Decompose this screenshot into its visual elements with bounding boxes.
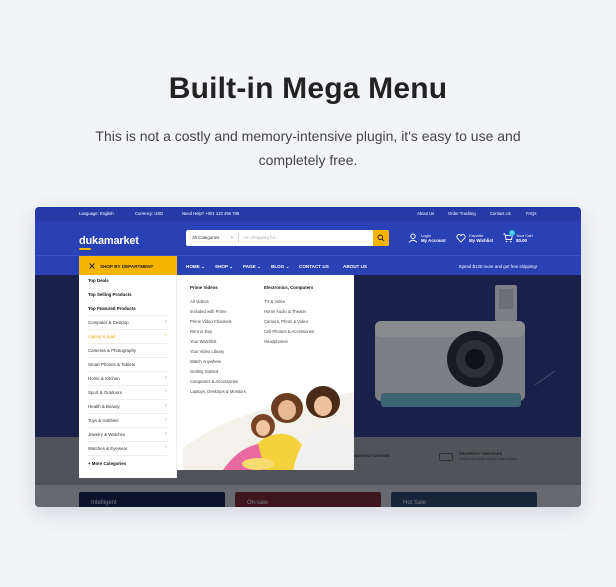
- dept-jewelry-watches[interactable]: Jewelry & Watches: [88, 432, 125, 437]
- dept-home-kitchen[interactable]: Home & Kitchen: [88, 376, 120, 381]
- cart-total: $0.00: [516, 238, 527, 243]
- dept-divider: [88, 399, 168, 400]
- topbar-link-about[interactable]: About Us: [417, 211, 434, 216]
- chevron-right-icon: ›: [165, 403, 167, 409]
- mega-link[interactable]: All Videos: [190, 299, 209, 304]
- shop-by-department-button[interactable]: SHOP BY DEPARTMENT: [79, 256, 177, 276]
- nav-shop-label: SHOP: [215, 264, 228, 269]
- family-photo: [183, 386, 354, 470]
- cart-link[interactable]: 0 Your Cart $0.00: [503, 230, 533, 243]
- nav-shop[interactable]: SHOP ⌄: [215, 264, 233, 270]
- cart-count-badge: 0: [509, 230, 515, 236]
- page-title: Built-in Mega Menu: [168, 72, 448, 105]
- dept-divider: [88, 315, 168, 316]
- search-icon: [377, 234, 385, 242]
- mega-link[interactable]: Your Watchlist: [190, 339, 216, 344]
- chevron-right-icon: ›: [165, 445, 167, 451]
- topbar-link-contact[interactable]: Contact Us: [490, 211, 511, 216]
- dept-divider: [88, 385, 168, 386]
- chevron-right-icon: ›: [165, 375, 167, 381]
- nav-home[interactable]: HOME ⌄: [186, 264, 205, 270]
- dept-divider: [88, 357, 168, 358]
- mega-link[interactable]: TV & Video: [264, 299, 285, 304]
- logo-underline: [79, 248, 91, 250]
- chevron-right-icon: ›: [165, 319, 167, 325]
- wishlist-link[interactable]: Favorite My Wishlist: [456, 233, 494, 243]
- nav-blog-label: BLOG: [271, 264, 285, 269]
- dept-divider: [88, 441, 168, 442]
- dept-divider: [88, 427, 168, 428]
- mega-link[interactable]: Camera, Photo & Video: [264, 319, 308, 324]
- store-screenshot: Language: English Currency: USD Need Hel…: [35, 207, 581, 507]
- chevron-down-icon: ⌄: [285, 264, 290, 269]
- mega-link[interactable]: Getting Started: [190, 369, 218, 374]
- dept-toys-hobbies[interactable]: Toys & Hobbies: [88, 418, 119, 423]
- chevron-down-icon: ⌄: [230, 234, 235, 240]
- search-button[interactable]: [373, 230, 389, 246]
- user-icon: [408, 233, 418, 243]
- close-icon: [89, 263, 95, 269]
- mega-link[interactable]: Cell Phones & Accessories: [264, 329, 314, 334]
- more-categories-link[interactable]: + More Categories: [88, 461, 126, 466]
- dept-top-deals[interactable]: Top Deals: [88, 278, 109, 283]
- chevron-right-icon: ›: [165, 417, 167, 423]
- dept-divider: [88, 413, 168, 414]
- nav-page[interactable]: PAGE ⌄: [243, 264, 261, 270]
- dept-divider: [88, 329, 168, 330]
- chevron-down-icon: ⌄: [229, 264, 234, 269]
- mega-link[interactable]: Home Audio & Theater: [264, 309, 306, 314]
- logo[interactable]: dukamarket: [79, 235, 139, 247]
- nav-contact[interactable]: CONTACT US: [299, 264, 329, 269]
- main-nav: SHOP BY DEPARTMENT HOME ⌄ SHOP ⌄ PAGE ⌄ …: [35, 255, 581, 276]
- department-label: SHOP BY DEPARTMENT: [100, 264, 154, 269]
- top-bar: Language: English Currency: USD Need Hel…: [35, 207, 581, 221]
- dept-health-beauty[interactable]: Health & Beauty: [88, 404, 120, 409]
- dept-sport-outdoors[interactable]: Sport & Outdoors: [88, 390, 122, 395]
- search-divider: [238, 233, 239, 243]
- currency-selector[interactable]: Currency: USD: [135, 211, 163, 216]
- language-selector[interactable]: Language: English: [79, 211, 114, 216]
- search-input[interactable]: I'm shopping for...: [244, 235, 279, 240]
- dept-watches-eyewear[interactable]: Watches & Eyewear: [88, 446, 127, 451]
- dept-cameras[interactable]: Cameras & Photography: [88, 348, 136, 353]
- mega-col1-title: Prime Videos: [190, 285, 218, 290]
- dept-divider: [88, 455, 168, 456]
- mega-link[interactable]: Headphones: [264, 339, 288, 344]
- mega-menu-panel: Prime Videos All Videos Included with Pr…: [177, 275, 354, 470]
- mega-link[interactable]: Watch Anywhere: [190, 359, 221, 364]
- nav-blog[interactable]: BLOG ⌄: [271, 264, 289, 270]
- dept-top-selling[interactable]: Top Selling Products: [88, 292, 132, 297]
- chevron-down-icon: ⌄: [201, 264, 205, 269]
- page-subtitle: This is not a costly and memory-intensiv…: [95, 128, 521, 168]
- dept-top-featured[interactable]: Top Featured Products: [88, 306, 136, 311]
- nav-page-label: PAGE: [243, 264, 256, 269]
- chevron-right-icon: ›: [165, 333, 167, 339]
- mega-link[interactable]: Your Video Library: [190, 349, 224, 354]
- account-link[interactable]: Login My Account: [408, 233, 446, 243]
- heart-icon: [456, 234, 466, 243]
- topbar-link-order-tracking[interactable]: Order Tracking: [448, 211, 476, 216]
- dept-laptop-ipad[interactable]: Laptop & Ipad: [88, 334, 115, 339]
- dept-divider: [88, 371, 168, 372]
- search-category-select[interactable]: All Categories: [192, 235, 219, 240]
- account-title: My Account: [421, 238, 446, 243]
- chevron-right-icon: ›: [165, 389, 167, 395]
- search-bar: All Categories ⌄ I'm shopping for...: [186, 230, 389, 246]
- topbar-link-faqs[interactable]: FAQs: [526, 211, 536, 216]
- shipping-promo: Spend $120 more and get free shipping!: [458, 264, 537, 269]
- wishlist-title: My Wishlist: [469, 238, 494, 243]
- dept-computer-desktop[interactable]: Computer & Desktop: [88, 320, 129, 325]
- chevron-right-icon: ›: [165, 431, 167, 437]
- dept-divider: [88, 343, 168, 344]
- chevron-down-icon: ⌄: [256, 264, 261, 269]
- dept-smartphones[interactable]: Smart Phones & Tablets: [88, 362, 135, 367]
- nav-about[interactable]: ABOUT US: [343, 264, 367, 269]
- nav-home-label: HOME: [186, 264, 200, 269]
- mega-col2-title: Electronics, Computers: [264, 285, 314, 290]
- department-menu: Top Deals Top Selling Products Top Featu…: [79, 275, 177, 478]
- mega-link[interactable]: Included with Prime: [190, 309, 227, 314]
- help-phone: Need Help? +001 123 456 789: [182, 211, 240, 216]
- mega-link[interactable]: Prime Video Channels: [190, 319, 232, 324]
- mega-link[interactable]: Rent or Buy: [190, 329, 212, 334]
